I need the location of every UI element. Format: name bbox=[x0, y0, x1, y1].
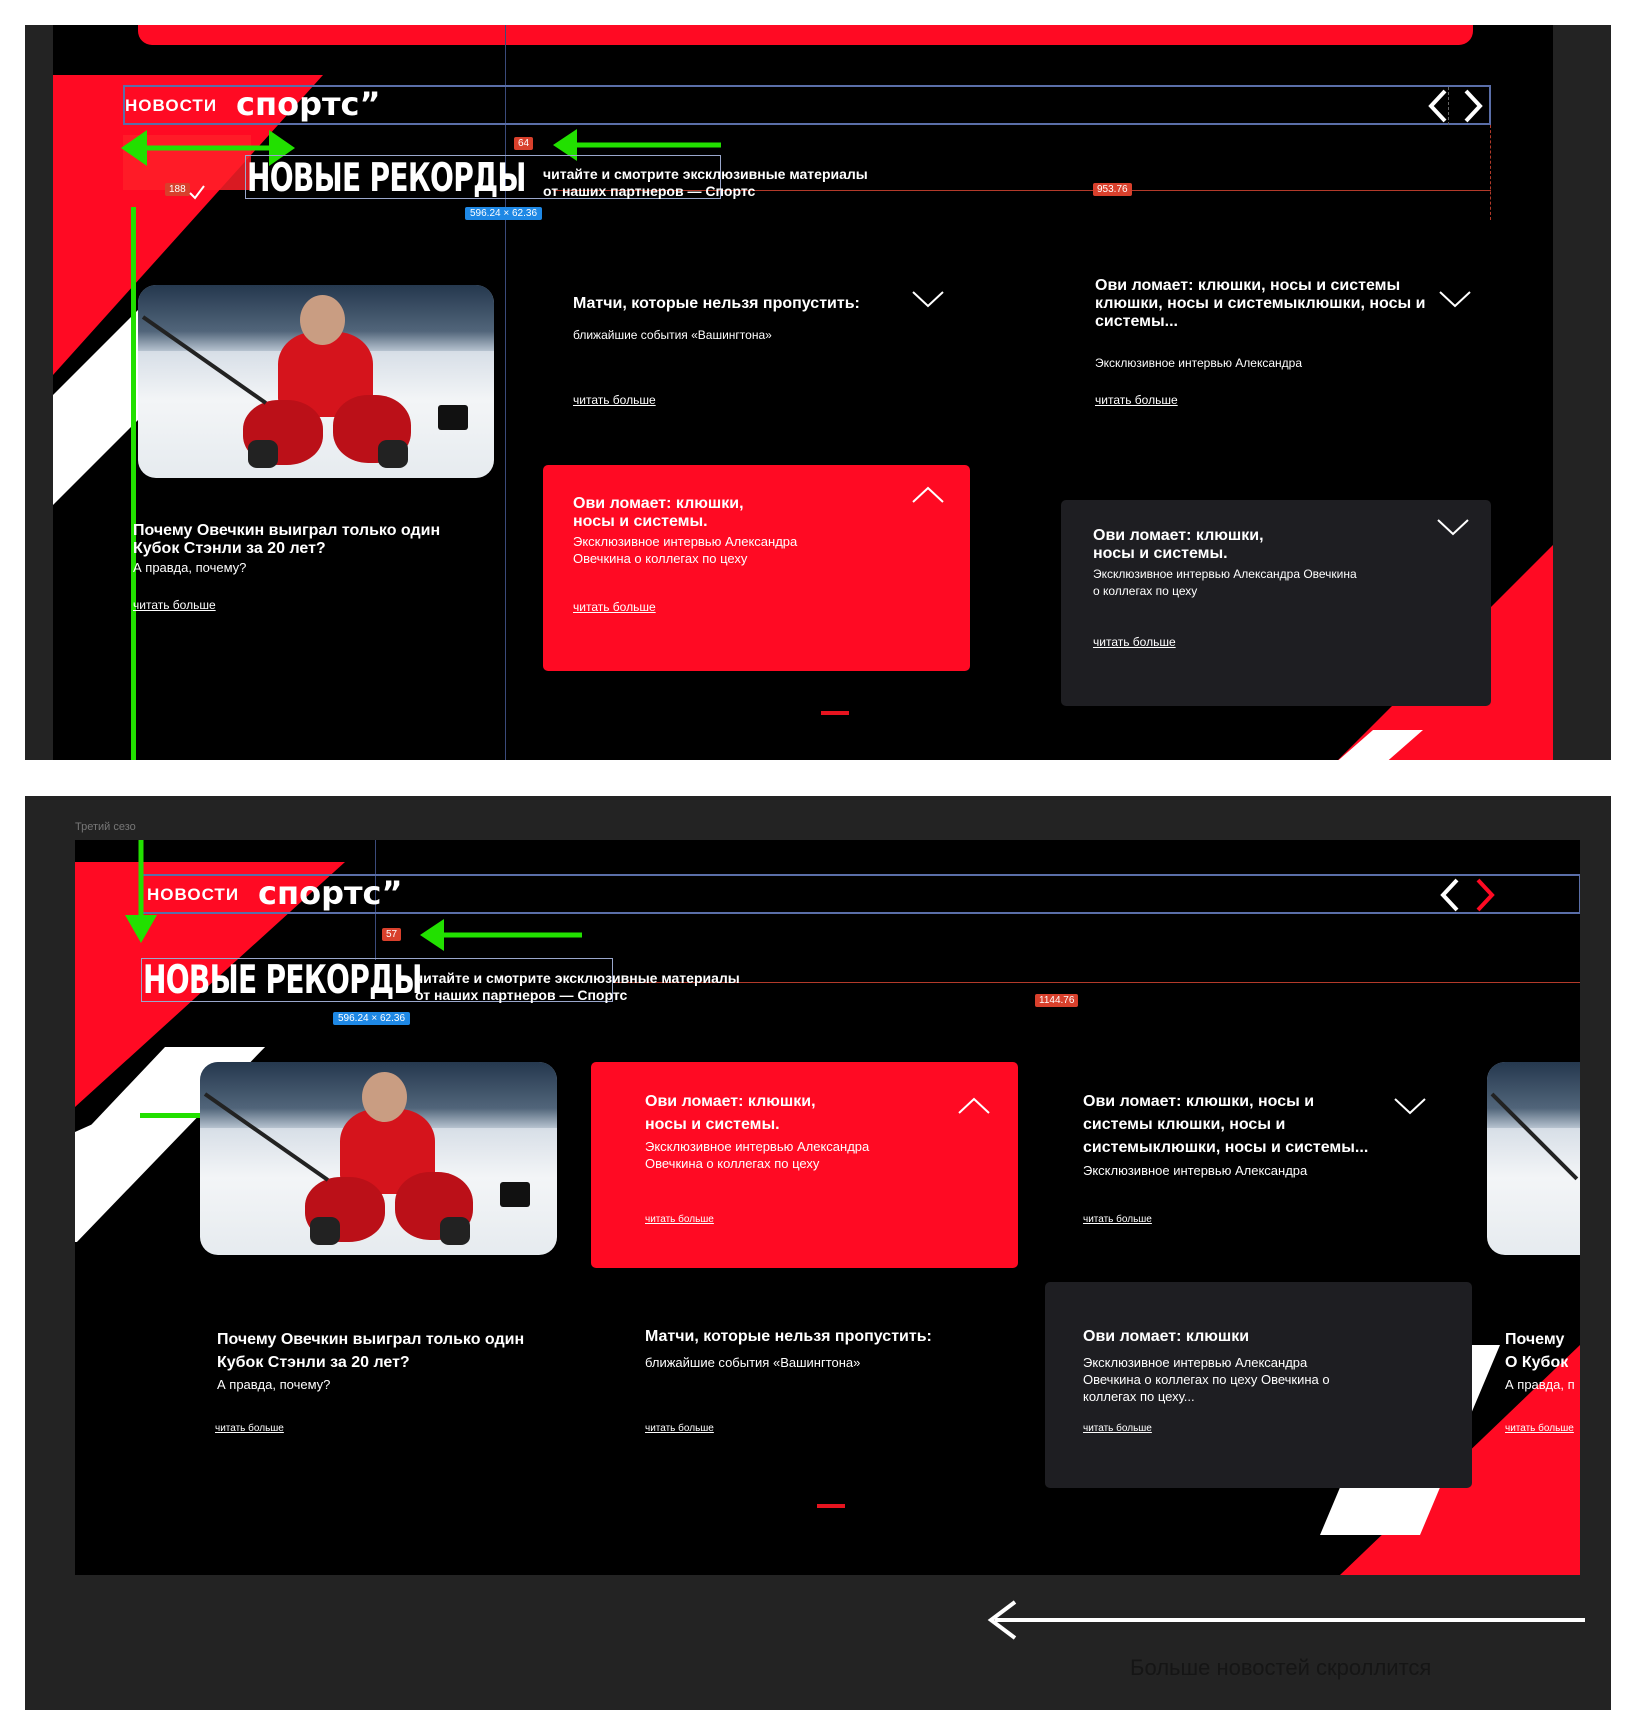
guide-dashed-left bbox=[1448, 87, 1449, 125]
ovi-red-read-more-link[interactable]: читать больше bbox=[645, 1214, 714, 1225]
bottom-frame: НОВОСТИ спортс” 57 1144.76 НОВЫЕ РЕКОРДЫ… bbox=[75, 840, 1580, 1575]
bottom-frame-label: Третий сезо bbox=[75, 821, 136, 833]
ovi-dark-card-title: Ови ломает: клюшки, носы и системы. bbox=[1093, 527, 1264, 562]
pagination-indicator[interactable] bbox=[817, 1504, 845, 1508]
chevron-down-icon[interactable] bbox=[1438, 289, 1472, 309]
green-vertical-line bbox=[131, 207, 136, 760]
guide-dashed-right bbox=[1490, 125, 1491, 220]
green-arrow-left-icon bbox=[420, 919, 582, 951]
matches-card-title[interactable]: Матчи, которые нельзя пропустить: bbox=[573, 295, 893, 313]
chevron-down-icon[interactable] bbox=[911, 289, 945, 309]
scroll-arrow-left-icon bbox=[987, 1600, 1585, 1640]
ovi-dark-card-subtitle: Эксклюзивное интервью Александра Овечкин… bbox=[1083, 1355, 1330, 1404]
feature-card-title[interactable]: Почему Овечкин выиграл только один Кубок… bbox=[217, 1328, 557, 1374]
ovi-long-card-subtitle: Эксклюзивное интервью Александра bbox=[1095, 356, 1302, 370]
guide-vertical bbox=[505, 25, 506, 760]
matches-card-title[interactable]: Матчи, которые нельзя пропустить: bbox=[645, 1328, 985, 1346]
chevron-down-icon[interactable] bbox=[1393, 1096, 1427, 1116]
measure-1144-badge: 1144.76 bbox=[1035, 994, 1079, 1007]
ovi-long-read-more-link[interactable]: читать больше bbox=[1095, 393, 1178, 407]
ovi-long-card-title[interactable]: Ови ломает: клюшки, носы и системы клюшк… bbox=[1083, 1090, 1388, 1159]
ovi-red-card-title: Ови ломает: клюшки, носы и системы. bbox=[573, 495, 744, 530]
feature-card-subtitle: А правда, почему? bbox=[133, 560, 247, 575]
headline-tagline: читайте и смотрите эксклюзивные материал… bbox=[543, 166, 868, 200]
chevron-up-icon[interactable] bbox=[957, 1096, 991, 1116]
workspace-gap bbox=[0, 760, 1633, 796]
ovi-dark-card-subtitle: Эксклюзивное интервью Александра Овечкин… bbox=[1093, 567, 1357, 598]
ovi-long-card-subtitle: Эксклюзивное интервью Александра bbox=[1083, 1163, 1308, 1178]
brand-sports-logo: спортс” bbox=[236, 85, 381, 123]
feature-image[interactable] bbox=[200, 1062, 557, 1255]
green-arrow-down-icon bbox=[125, 840, 157, 943]
guide-horizontal bbox=[615, 982, 1580, 983]
tagline-line-2: от наших партнеров — Спортс bbox=[543, 183, 756, 199]
player-figure bbox=[280, 1067, 490, 1252]
rink-boards bbox=[1487, 1062, 1580, 1128]
measure-953-badge: 953.76 bbox=[1093, 183, 1132, 196]
feature-card-subtitle: А правда, почему? bbox=[217, 1377, 331, 1392]
check-icon bbox=[189, 185, 205, 200]
matches-read-more-link[interactable]: читать больше bbox=[645, 1423, 714, 1434]
measure-188-badge: 188 bbox=[165, 183, 190, 196]
pagination-indicator[interactable] bbox=[821, 711, 849, 715]
player-figure bbox=[218, 290, 428, 475]
skate bbox=[438, 405, 468, 430]
matches-card-subtitle: ближайшие события «Вашингтона» bbox=[645, 1355, 861, 1370]
partial-card-subtitle: А правда, п bbox=[1505, 1377, 1575, 1392]
ovi-dark-read-more-link[interactable]: читать больше bbox=[1093, 635, 1176, 649]
feature-image[interactable] bbox=[138, 285, 494, 478]
chevron-down-icon[interactable] bbox=[1436, 517, 1470, 537]
prev-arrow-icon[interactable] bbox=[1435, 876, 1465, 914]
partial-read-more-link[interactable]: читать больше bbox=[1505, 1423, 1574, 1434]
ovi-red-card-subtitle: Эксклюзивное интервью Александра Овечкин… bbox=[573, 534, 798, 566]
measure-57-badge: 57 bbox=[382, 928, 402, 941]
tagline-line-2: от наших партнеров — Спортс bbox=[415, 987, 628, 1003]
ovi-dark-read-more-link[interactable]: читать больше bbox=[1083, 1423, 1152, 1434]
headline-size-label: 596.24 × 62.36 bbox=[465, 207, 543, 220]
skate bbox=[500, 1182, 530, 1207]
feature-read-more-link[interactable]: читать больше bbox=[215, 1423, 284, 1434]
headline-title: НОВЫЕ РЕКОРДЫ bbox=[143, 958, 422, 1003]
headline-size-label: 596.24 × 62.36 bbox=[333, 1012, 411, 1025]
feature-card-title[interactable]: Почему Овечкин выиграл только один Кубок… bbox=[133, 522, 463, 558]
ovi-red-read-more-link[interactable]: читать больше bbox=[573, 600, 656, 614]
feature-read-more-link[interactable]: читать больше bbox=[133, 598, 216, 612]
ovi-red-card-subtitle: Эксклюзивное интервью Александра Овечкин… bbox=[645, 1139, 870, 1171]
measure-64-badge: 64 bbox=[514, 137, 534, 150]
headline-tagline: читайте и смотрите эксклюзивные материал… bbox=[415, 970, 740, 1004]
next-arrow-icon[interactable] bbox=[1470, 876, 1500, 914]
ovi-long-card-title[interactable]: Ови ломает: клюшки, носы и системы клюшк… bbox=[1095, 277, 1445, 331]
top-frame: НОВОСТИ спортс” 64 188 953.76 НОВЫЕ РЕКО… bbox=[53, 25, 1553, 760]
partial-card-title[interactable]: Почему О Кубок Ст bbox=[1505, 1328, 1575, 1374]
ovi-red-card-title: Ови ломает: клюшки, носы и системы. bbox=[645, 1093, 816, 1133]
scroll-note-text: Больше новостей скроллится bbox=[1130, 1655, 1432, 1680]
brand-news-label: НОВОСТИ bbox=[125, 96, 218, 115]
tagline-line-1: читайте и смотрите эксклюзивные материал… bbox=[415, 970, 740, 986]
tagline-line-1: читайте и смотрите эксклюзивные материал… bbox=[543, 166, 868, 182]
chevron-up-icon[interactable] bbox=[911, 485, 945, 505]
next-feature-image[interactable] bbox=[1487, 1062, 1580, 1255]
ovi-dark-card-title: Ови ломает: клюшки bbox=[1083, 1328, 1250, 1345]
next-arrow-icon[interactable] bbox=[1458, 87, 1488, 125]
headline-title: НОВЫЕ РЕКОРДЫ bbox=[247, 156, 526, 201]
brand-sports-logo: спортс” bbox=[258, 874, 403, 912]
ovi-long-read-more-link[interactable]: читать больше bbox=[1083, 1214, 1152, 1225]
matches-read-more-link[interactable]: читать больше bbox=[573, 393, 656, 407]
matches-card-subtitle: ближайшие события «Вашингтона» bbox=[573, 328, 772, 342]
top-red-strip bbox=[138, 25, 1473, 45]
